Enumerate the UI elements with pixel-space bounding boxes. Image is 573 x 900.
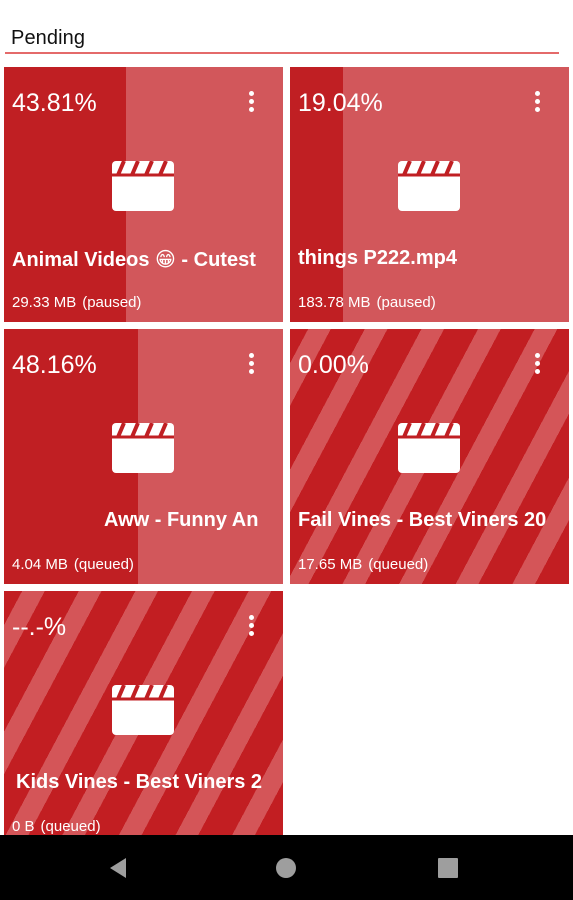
overflow-menu-icon[interactable] <box>249 353 255 379</box>
overflow-menu-icon[interactable] <box>249 91 255 117</box>
progress-percent: 48.16% <box>12 351 97 379</box>
download-card[interactable]: 19.04% things P222.mp4 183.78 MB (paused) <box>290 67 569 322</box>
video-clapperboard-icon <box>112 423 174 473</box>
file-status: 0 B (queued) <box>12 818 101 835</box>
file-title: Fail Vines - Best Viners 20 <box>298 509 547 531</box>
download-card[interactable]: 0.00% Fail Vines - Best Viners 20 17.65 … <box>290 329 569 584</box>
file-title: Aww - Funny An <box>104 509 259 531</box>
overflow-menu-icon[interactable] <box>535 353 541 379</box>
video-clapperboard-icon <box>112 685 174 735</box>
back-button[interactable] <box>78 835 158 900</box>
recents-button[interactable] <box>408 835 488 900</box>
file-status: 17.65 MB (queued) <box>298 556 429 573</box>
file-title: things P222.mp4 <box>298 247 457 269</box>
progress-percent: --.-% <box>12 613 67 641</box>
file-title: Animal Videos 😁 - Cutest <box>12 249 256 271</box>
recents-square-icon <box>438 857 458 878</box>
home-circle-icon <box>276 857 296 878</box>
progress-percent: 19.04% <box>298 89 383 117</box>
overflow-menu-icon[interactable] <box>249 615 255 641</box>
overflow-menu-icon[interactable] <box>535 91 541 117</box>
back-triangle-icon <box>110 857 126 878</box>
file-status: 4.04 MB (queued) <box>12 556 134 573</box>
progress-percent: 43.81% <box>12 89 97 117</box>
download-card[interactable]: --.-% Kids Vines - Best Viners 2 0 B (que… <box>4 591 283 846</box>
system-navigation-bar <box>0 835 573 900</box>
progress-percent: 0.00% <box>298 351 369 379</box>
video-clapperboard-icon <box>398 161 460 211</box>
download-card[interactable]: 48.16% Aww - Funny An 4.04 MB (queued) <box>4 329 283 584</box>
file-title: Kids Vines - Best Viners 2 <box>16 771 263 793</box>
home-button[interactable] <box>246 835 326 900</box>
download-card[interactable]: 43.81% Animal Videos 😁 - Cutest 29.33 MB… <box>4 67 283 322</box>
file-status: 29.33 MB (paused) <box>12 294 142 311</box>
section-divider <box>5 52 559 54</box>
video-clapperboard-icon <box>112 161 174 211</box>
video-clapperboard-icon <box>398 423 460 473</box>
file-status: 183.78 MB (paused) <box>298 294 436 311</box>
section-title: Pending <box>11 27 86 49</box>
